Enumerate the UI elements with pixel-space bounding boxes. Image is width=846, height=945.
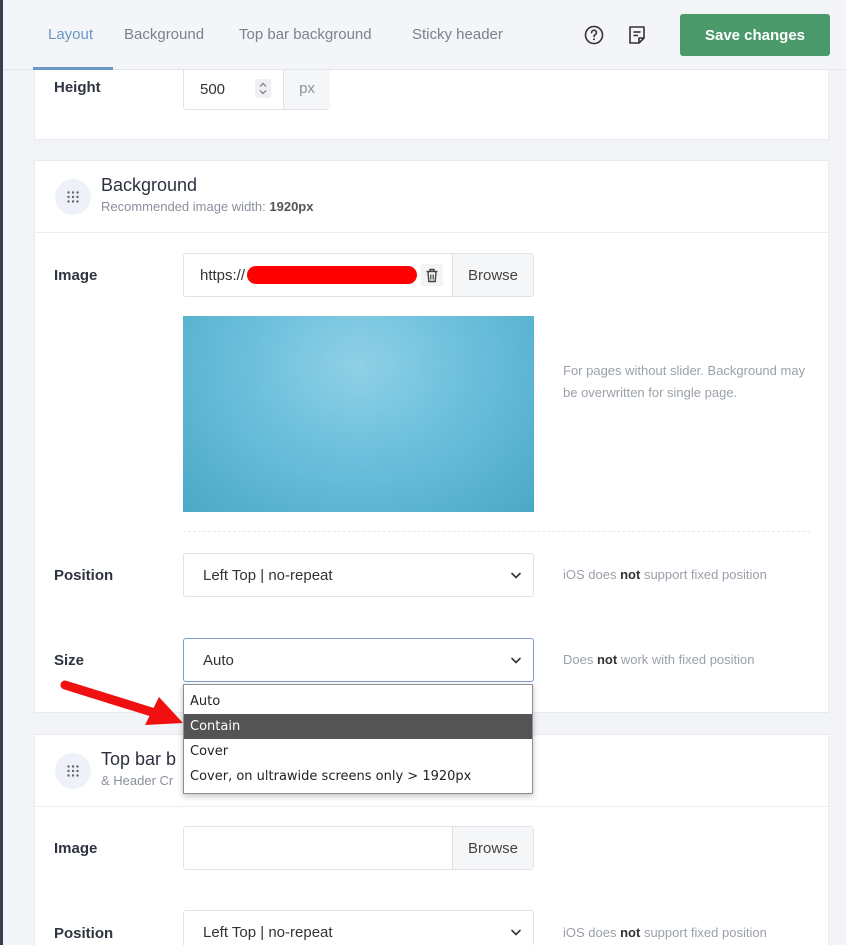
image-url-field: https:// Browse [183,253,534,297]
top-bar: Layout Background Top bar background Sti… [3,0,846,70]
top-bar-subtitle: & Header Cr [101,773,174,788]
chevron-down-icon [510,572,522,579]
annotation-arrow-icon [60,680,183,725]
height-label: Height [54,79,101,96]
image-label: Image [54,267,98,284]
image-label: Image [54,840,98,857]
height-stepper-icon[interactable] [255,79,271,98]
position-hint: iOS does not support fixed position [563,922,767,944]
size-option-contain[interactable]: Contain [184,714,532,739]
subtitle-prefix: Recommended image width: [101,199,266,214]
notes-icon[interactable] [626,24,648,46]
position-hint-a: iOS does [563,925,617,940]
position-label: Position [54,567,114,584]
divider [183,531,810,532]
position-hint-b: not [620,925,641,940]
background-subtitle: Recommended image width: 1920px [101,199,313,214]
size-dropdown-list: Auto Contain Cover Cover, on ultrawide s… [183,684,533,794]
position-hint-b: not [620,567,641,582]
tab-sticky-header[interactable]: Sticky header [412,26,503,43]
size-value: Auto [203,652,234,669]
browse-button[interactable]: Browse [452,827,533,869]
size-label: Size [54,652,85,669]
size-hint-a: Does [563,652,594,667]
active-tab-indicator [33,67,113,70]
position-value: Left Top | no-repeat [203,567,333,584]
position-select[interactable]: Left Top | no-repeat [183,553,534,597]
size-select[interactable]: Auto [183,638,534,682]
size-option-cover[interactable]: Cover [184,739,532,764]
background-card-header: Background Recommended image width: 1920… [35,161,828,233]
position-value: Left Top | no-repeat [203,924,333,941]
drag-handle-icon[interactable] [55,179,91,215]
background-title: Background [101,175,198,195]
position-hint-a: iOS does [563,567,617,582]
height-unit-label: px [299,80,315,97]
redaction-mark [247,266,417,284]
chevron-down-icon [510,929,522,936]
height-input[interactable]: 500 [200,81,225,98]
top-bar-title: Top bar b [101,749,177,769]
help-icon[interactable] [583,24,605,46]
top-bar-image-url-field: Browse [183,826,534,870]
position-hint-c: support fixed position [643,567,767,582]
subtitle-value: 1920px [269,199,314,214]
image-hint: For pages without slider. Background may… [563,363,806,400]
delete-icon[interactable] [421,264,443,286]
position-label: Position [54,925,114,942]
background-card: Background Recommended image width: 1920… [34,160,829,713]
size-hint-b: not [596,652,618,667]
tab-layout[interactable]: Layout [48,26,93,43]
size-hint-c: work with fixed position [620,652,755,667]
image-url-input[interactable]: https:// [200,267,245,284]
size-option-auto[interactable]: Auto [184,689,532,714]
tab-background[interactable]: Background [124,26,204,43]
top-bar-position-select[interactable]: Left Top | no-repeat [183,910,534,945]
chevron-down-icon [510,657,522,664]
size-option-cover-ultrawide[interactable]: Cover, on ultrawide screens only > 1920p… [184,764,532,789]
size-hint: Does not work with fixed position [563,649,755,671]
left-rail [0,0,3,945]
tab-top-bar-background[interactable]: Top bar background [239,26,372,43]
position-hint-c: support fixed position [643,925,767,940]
drag-handle-icon[interactable] [55,753,91,789]
save-changes-button[interactable]: Save changes [680,14,830,56]
browse-button[interactable]: Browse [452,254,533,296]
background-image-preview [183,316,534,512]
height-input-group: 500 px [183,67,330,110]
height-unit: px [283,68,330,109]
position-hint: iOS does not support fixed position [563,564,767,586]
